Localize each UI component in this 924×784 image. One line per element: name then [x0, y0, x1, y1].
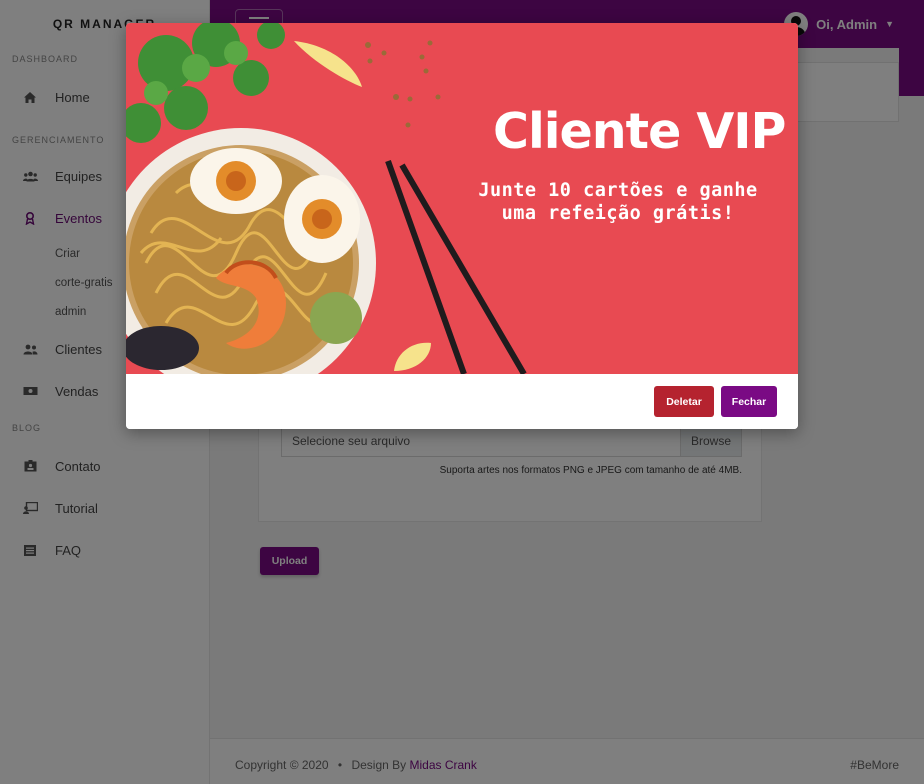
- modal-footer: Deletar Fechar: [126, 374, 798, 429]
- banner-image: Cliente VIP Junte 10 cartões e ganhe uma…: [126, 23, 798, 374]
- banner-subtitle-line-1: Junte 10 cartões e ganhe: [478, 180, 758, 201]
- close-button[interactable]: Fechar: [721, 386, 777, 417]
- delete-button[interactable]: Deletar: [654, 386, 714, 417]
- banner-subtitle: Junte 10 cartões e ganhe uma refeição gr…: [448, 179, 788, 225]
- banner-title: Cliente VIP: [493, 103, 786, 160]
- banner-subtitle-line-2: uma refeição grátis!: [501, 203, 735, 224]
- image-preview-modal: Cliente VIP Junte 10 cartões e ganhe uma…: [126, 23, 798, 429]
